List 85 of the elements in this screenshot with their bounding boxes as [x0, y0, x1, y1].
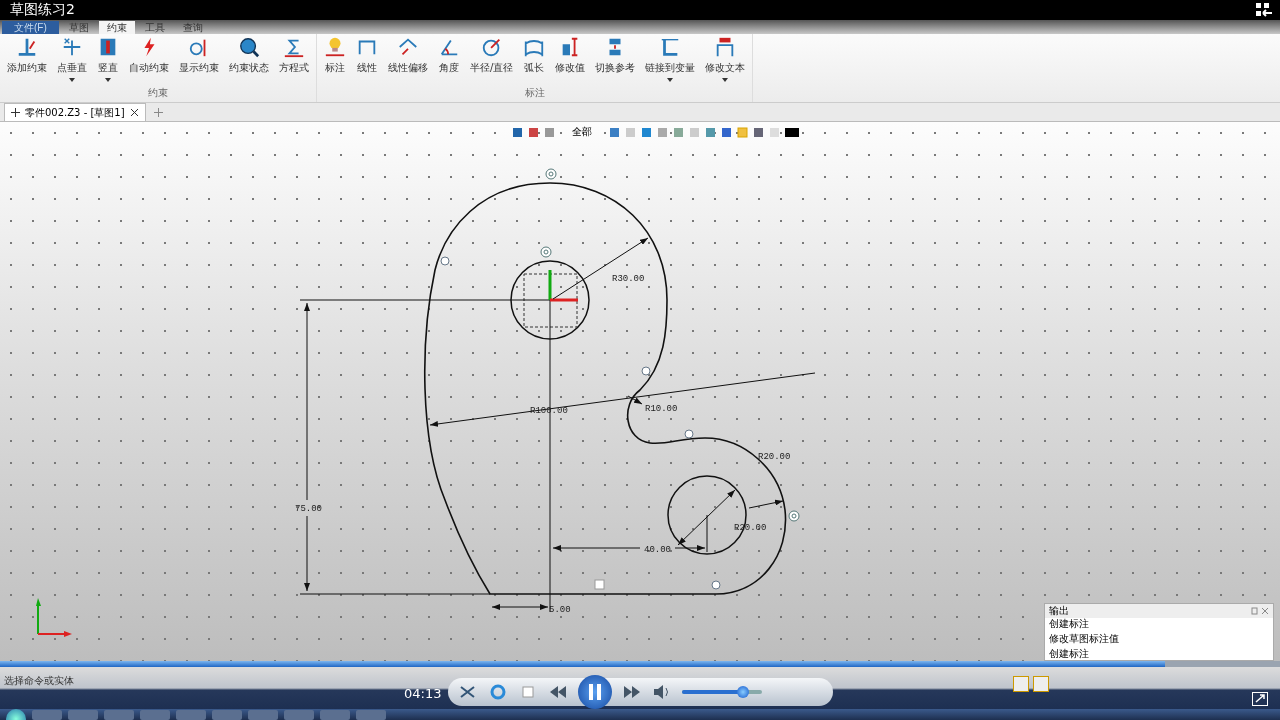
view-toggle-icon[interactable] [1013, 676, 1029, 692]
view-toggle-icon[interactable] [1033, 676, 1049, 692]
video-title: 草图练习2 [10, 1, 75, 19]
ribbon-button[interactable]: 线性偏移 [383, 36, 433, 86]
concentric-marker-icon [540, 246, 552, 258]
ribbon-button[interactable]: 添加约束 [2, 36, 52, 86]
pause-icon [588, 684, 602, 700]
pin-close-icon[interactable] [1251, 607, 1269, 615]
ribbon-button[interactable]: 修改值 [550, 36, 591, 86]
group-label: 约束 [147, 86, 169, 100]
view-tool-icon[interactable] [720, 126, 732, 138]
new-tab-icon[interactable] [153, 108, 163, 117]
constraint-marker-icon [594, 579, 605, 590]
output-line: 创建标注 [1049, 618, 1090, 630]
ribbon-button[interactable]: 点垂直 [52, 36, 92, 86]
view-tool-icon[interactable] [608, 126, 620, 138]
dimension-line [748, 499, 784, 509]
ribbon-button[interactable]: 弧长 [518, 36, 551, 86]
caret-icon [722, 78, 729, 82]
menu-tab[interactable]: 查询 [174, 21, 211, 34]
caret-icon [105, 78, 111, 82]
ribbon-button[interactable]: 自动约束 [124, 36, 174, 86]
output-line: 创建标注 [1049, 648, 1090, 660]
magnifier-icon [238, 36, 260, 58]
menu-tab[interactable]: 文件(F) [2, 21, 59, 34]
sketch-circle[interactable] [510, 260, 590, 340]
menu-tab[interactable]: 约束 [98, 21, 135, 34]
dimension-label[interactable]: R30.00 [612, 274, 645, 284]
caret-icon [667, 78, 674, 82]
constraint-marker-icon [641, 366, 651, 376]
constraint-marker-icon [440, 256, 450, 266]
view-tool-icon[interactable] [527, 126, 539, 138]
constraint-marker-icon [711, 580, 721, 590]
grid-arrow-icon[interactable] [1256, 3, 1272, 17]
radius-icon [480, 36, 503, 58]
dimension-line [491, 604, 549, 610]
view-tool-icon[interactable] [543, 126, 555, 138]
axis-triad-icon [548, 270, 578, 302]
view-tool-icon[interactable] [511, 126, 523, 138]
ribbon-button[interactable]: 约束状态 [224, 36, 274, 86]
ribbon-button[interactable]: 角度 [433, 36, 465, 86]
ribbon-button[interactable]: 线性 [351, 36, 383, 86]
pause-button[interactable] [578, 675, 612, 709]
menu-tab[interactable]: 工具 [136, 21, 173, 34]
playback-time: 04:13 [404, 686, 443, 701]
concentric-marker-icon [788, 510, 800, 522]
fullscreen-icon[interactable] [1252, 692, 1268, 706]
view-tool-icon[interactable] [752, 126, 764, 138]
ribbon-button[interactable]: 方程式 [274, 36, 314, 86]
view-tool-icon[interactable] [704, 126, 716, 138]
dimension-label[interactable]: R20.00 [758, 452, 791, 462]
dimension-label[interactable]: 40.00 [644, 545, 671, 555]
document-tab-label: 零件002.Z3 - [草图1] [25, 105, 125, 120]
ribbon-button[interactable]: 竖直 [92, 36, 124, 86]
constraint-marker-icon [684, 429, 694, 439]
ribbon-button[interactable]: 半径/直径 [465, 36, 519, 86]
status-text: 选择命令或实体 [3, 674, 75, 688]
view-tool-icon[interactable] [640, 126, 652, 138]
close-icon[interactable] [129, 108, 139, 117]
document-tab[interactable]: 零件002.Z3 - [草图1] [4, 103, 146, 121]
filter-dropdown[interactable]: 全部 [571, 125, 592, 139]
output-line: 修改草图标注值 [1049, 633, 1120, 645]
view-tool-icon[interactable] [672, 126, 684, 138]
ribbon-button[interactable]: 链接到变量 [640, 36, 701, 86]
plus-icon [11, 108, 20, 117]
caret-icon [69, 78, 75, 82]
group-label: 标注 [523, 86, 546, 100]
lightbulb-icon [324, 36, 346, 58]
ribbon-button[interactable]: 标注 [319, 36, 351, 86]
color-swatch-icon[interactable] [784, 126, 799, 138]
ribbon-button[interactable]: 修改文本 [700, 36, 751, 86]
menu-tab[interactable]: 草图 [60, 21, 97, 34]
ribbon-button[interactable]: 显示约束 [174, 36, 224, 86]
repeat-button[interactable] [488, 682, 508, 702]
perpendicular-icon [16, 36, 38, 58]
concentric-marker-icon [545, 168, 557, 180]
angled-dimension-icon [397, 36, 419, 58]
dimension-label[interactable]: R10.00 [645, 404, 678, 414]
datum-plane-outline [523, 273, 578, 328]
dimension-label[interactable]: 75.00 [295, 504, 322, 514]
panel-title: 输出 [1049, 604, 1069, 618]
view-tool-icon[interactable] [736, 126, 748, 138]
cross-icon [61, 36, 83, 58]
ribbon-button[interactable]: 切换参考 [590, 36, 641, 86]
xy-axis-icon [36, 598, 72, 637]
